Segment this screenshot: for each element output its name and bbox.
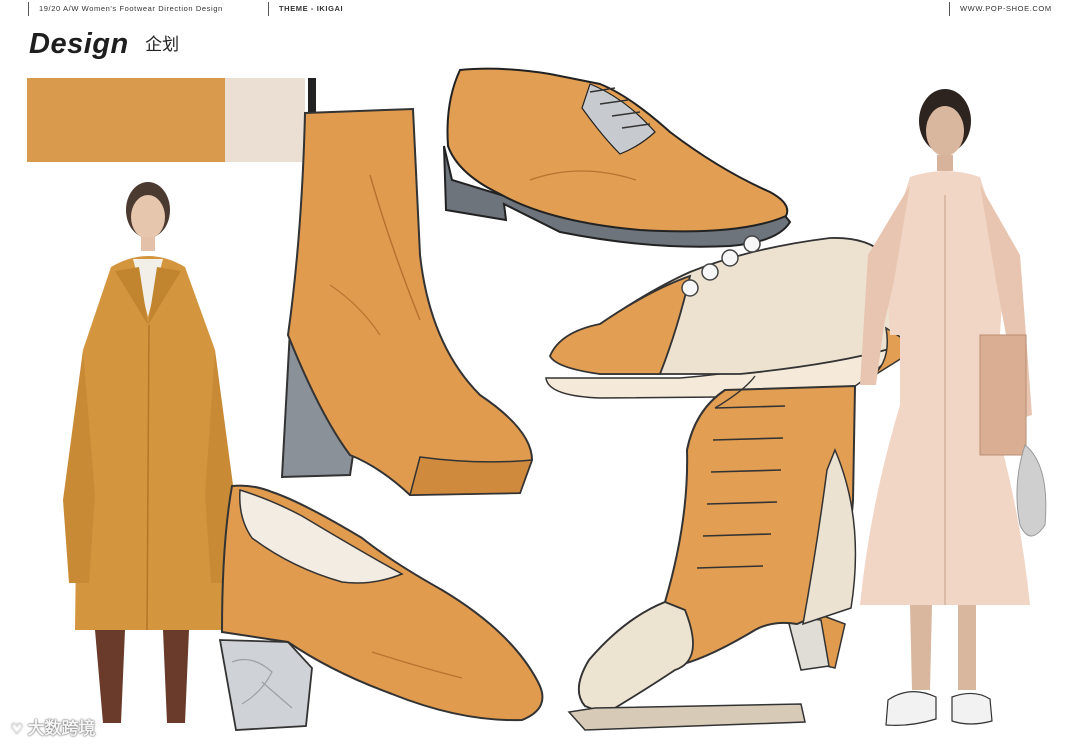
color-swatch-orange bbox=[27, 78, 225, 162]
lace-up-boot-illustration bbox=[567, 375, 857, 731]
season-line: 19/20 A/W Women's Footwear Direction Des… bbox=[28, 2, 223, 16]
watermark-text: 大数跨境 bbox=[27, 719, 96, 739]
page-title-main: Design bbox=[29, 28, 129, 60]
watermark-logo-icon: ♡ bbox=[10, 720, 24, 738]
watermark: ♡ 大数跨境 bbox=[10, 714, 95, 739]
header-bar: 19/20 A/W Women's Footwear Direction Des… bbox=[0, 0, 1080, 20]
page-title-sub: 企划 bbox=[145, 35, 180, 55]
theme-label: THEME - IKIGAI bbox=[268, 2, 343, 16]
page-title: Design 企划 bbox=[29, 28, 179, 61]
website-label: WWW.POP-SHOE.COM bbox=[949, 2, 1052, 16]
model-dress-figure bbox=[860, 89, 1047, 726]
pump-illustration bbox=[218, 484, 544, 731]
